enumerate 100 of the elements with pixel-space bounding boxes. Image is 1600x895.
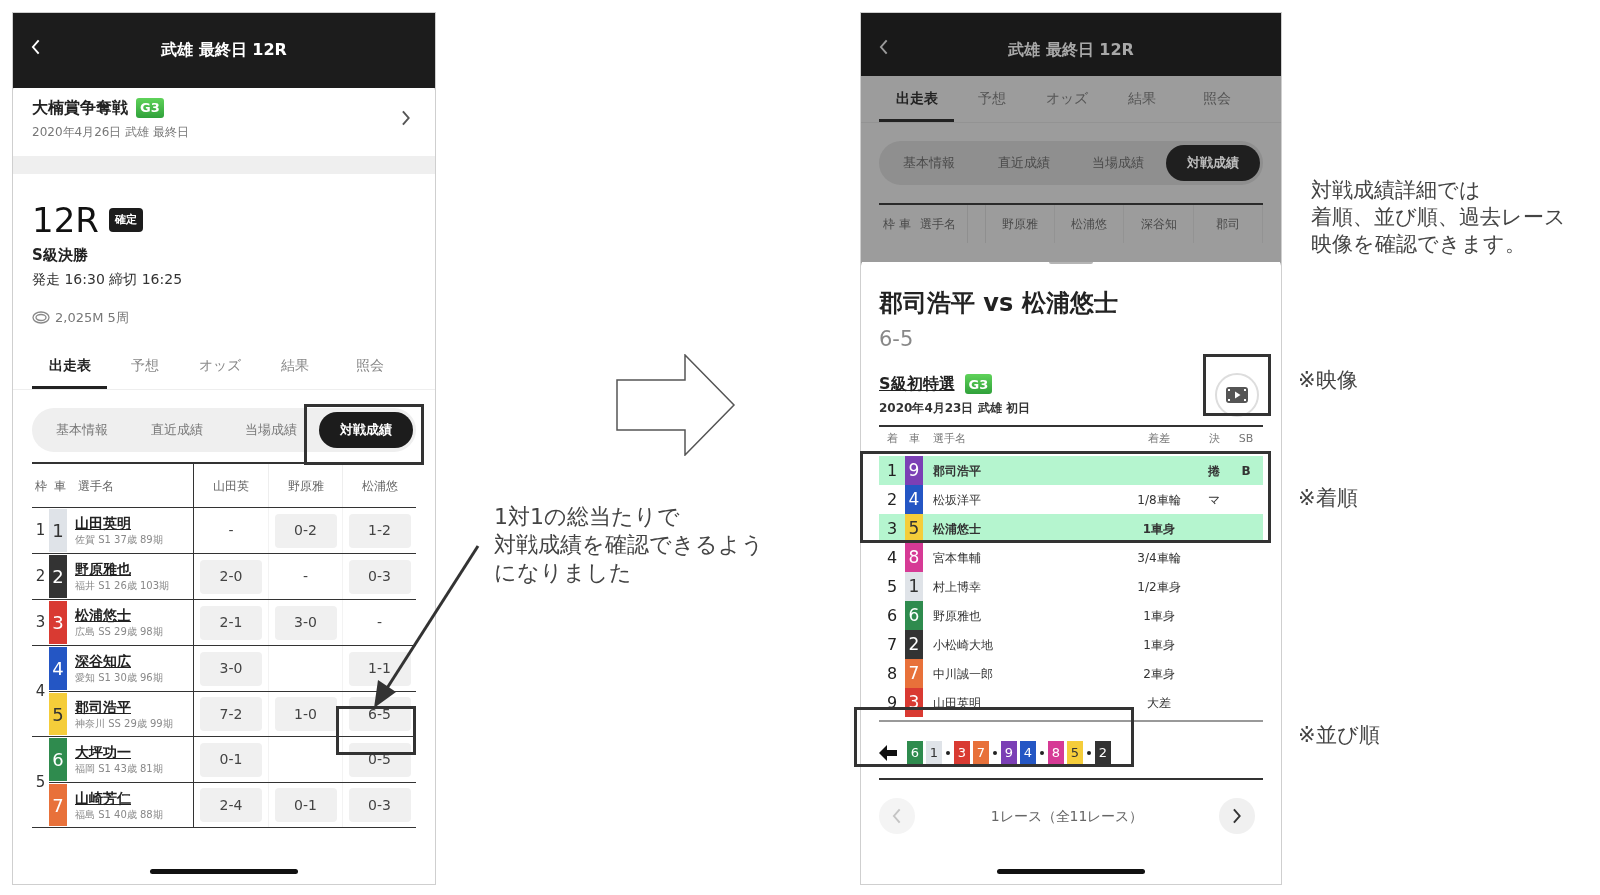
pager-label: 1レース（全11レース）	[989, 806, 1145, 826]
chevron-left-icon	[892, 808, 902, 824]
grade-badge: G3	[964, 374, 993, 394]
place-number: 6	[885, 604, 899, 627]
margin-text: 1車身	[1143, 607, 1175, 625]
score-chip[interactable]: 0-3	[348, 788, 411, 822]
event-name: 大楠賞争奪戦	[32, 96, 128, 119]
score-text: -	[376, 613, 383, 632]
column-header: 枠 車	[882, 216, 912, 233]
segment-tab[interactable]: 当場成績	[224, 412, 319, 448]
place-number: 3	[885, 517, 899, 540]
score-chip[interactable]: 2-0	[200, 559, 262, 594]
race-times: 発走 16:30 締切 16:25	[32, 269, 184, 289]
tab[interactable]: オッズ	[182, 345, 257, 389]
tab[interactable]: 予想	[107, 345, 182, 389]
car-number: 6	[905, 601, 923, 630]
rider-name[interactable]: 山崎芳仁	[75, 788, 193, 807]
rider-info: 佐賀 S1 37歳 89期	[75, 533, 164, 547]
tab[interactable]: 出走表	[32, 345, 107, 389]
score-chip[interactable]: 1-2	[348, 513, 411, 548]
rider-name: 中川誠一郎	[932, 665, 994, 683]
score-chip[interactable]: 0-1	[200, 742, 262, 777]
rider-name: 松浦悠士	[932, 520, 982, 538]
score-chip[interactable]: 0-1	[274, 788, 337, 822]
segment-tab[interactable]: 対戦成績	[318, 412, 413, 448]
rider-name[interactable]: 郡司浩平	[75, 697, 193, 716]
car-number: 7	[973, 741, 989, 765]
score-chip[interactable]: 6-5	[348, 697, 411, 731]
score-chip[interactable]: 2-1	[200, 605, 262, 640]
rider-name[interactable]: 山田英明	[75, 514, 193, 532]
margin-text: 1/8車輪	[1137, 491, 1181, 509]
car-number: 1	[49, 509, 67, 552]
annotation-label: ※着順	[1298, 485, 1358, 512]
tab[interactable]: 照会	[332, 345, 407, 389]
margin-text: 1/2車身	[1137, 578, 1181, 596]
segment-tab[interactable]: 対戦成績	[1165, 145, 1260, 181]
rider-name[interactable]: 深谷知広	[75, 652, 193, 670]
score-chip[interactable]: 2-4	[200, 788, 262, 822]
car-number: 4	[1020, 741, 1036, 765]
segment-tab[interactable]: 基本情報	[35, 412, 130, 448]
race-link[interactable]: S級初特選	[879, 372, 955, 396]
car-number: 9	[1001, 741, 1017, 765]
car-number: 8	[905, 543, 923, 572]
kimarite-text: マ	[1208, 491, 1220, 509]
column-header: 車	[52, 477, 67, 495]
score-chip[interactable]: 3-0	[200, 651, 262, 686]
rider-name[interactable]: 大坪功一	[75, 743, 193, 761]
column-header: 野原雅	[268, 464, 342, 507]
score-chip[interactable]: 3-0	[274, 605, 337, 640]
highlight-frame	[1203, 354, 1271, 416]
score-chip[interactable]: 0-3	[348, 559, 411, 594]
screen-title: 武雄 最終日 12R	[1008, 39, 1134, 61]
rider-name[interactable]: 松浦悠士	[75, 606, 193, 624]
column-header: SB	[1237, 430, 1255, 447]
column-header: 枠	[33, 477, 48, 495]
score-chip[interactable]: 1-1	[348, 651, 411, 686]
race-number: 12R	[32, 200, 99, 240]
place-number: 5	[885, 575, 899, 598]
car-number: 6	[49, 738, 67, 781]
score-chip[interactable]: 1-0	[274, 697, 337, 731]
place-number: 4	[885, 546, 899, 569]
column-header: 着	[885, 430, 899, 447]
tab[interactable]: 出走表	[879, 78, 954, 122]
rider-name: 小松崎大地	[932, 636, 994, 654]
column-header: 選手名	[76, 477, 115, 495]
back-icon	[31, 39, 41, 55]
kimarite-text: 捲	[1208, 462, 1220, 480]
frame-number: 1	[34, 520, 47, 542]
score-chip[interactable]: 7-2	[200, 697, 262, 731]
rider-name: 宮本隼輔	[932, 549, 982, 567]
rider-name[interactable]: 野原雅也	[75, 560, 193, 578]
car-number: 6	[907, 741, 923, 765]
car-number: 4	[905, 485, 923, 514]
frame-number: 2	[34, 566, 47, 588]
race-distance: 2,025M 5周	[55, 308, 129, 327]
frame-number: 3	[34, 612, 47, 634]
column-header: 選手名	[920, 216, 958, 233]
next-button[interactable]	[1219, 798, 1255, 834]
column-header: 松浦悠	[1055, 205, 1125, 243]
empty-column-header	[967, 205, 986, 243]
status-badge: 確定	[108, 207, 143, 233]
car-number: 2	[1095, 741, 1111, 765]
chevron-right-icon	[401, 110, 411, 126]
column-header: 野原雅	[986, 205, 1056, 243]
segment-tab[interactable]: 直近成績	[129, 412, 224, 448]
score-chip[interactable]: 0-2	[274, 513, 337, 548]
car-number: 1	[926, 741, 942, 765]
rider-name: 松坂洋平	[932, 491, 982, 509]
column-header: 選手名	[932, 430, 967, 447]
tab[interactable]: 結果	[257, 345, 332, 389]
rider-name: 村上博幸	[932, 578, 982, 596]
place-number: 1	[885, 459, 899, 482]
matchup-title: 郡司浩平 vs 松浦悠士	[879, 288, 1119, 318]
arrow-left-icon	[879, 745, 897, 761]
screen-title: 武雄 最終日 12R	[161, 39, 287, 61]
rider-info: 福井 S1 26歳 103期	[75, 579, 171, 593]
column-header: 深谷知	[1124, 205, 1194, 243]
car-number: 2	[905, 630, 923, 659]
sheet-handle[interactable]	[1049, 260, 1093, 264]
annotation-text: 対戦成績詳細では 着順、並び順、過去レース 映像を確認できます。	[1311, 177, 1566, 258]
